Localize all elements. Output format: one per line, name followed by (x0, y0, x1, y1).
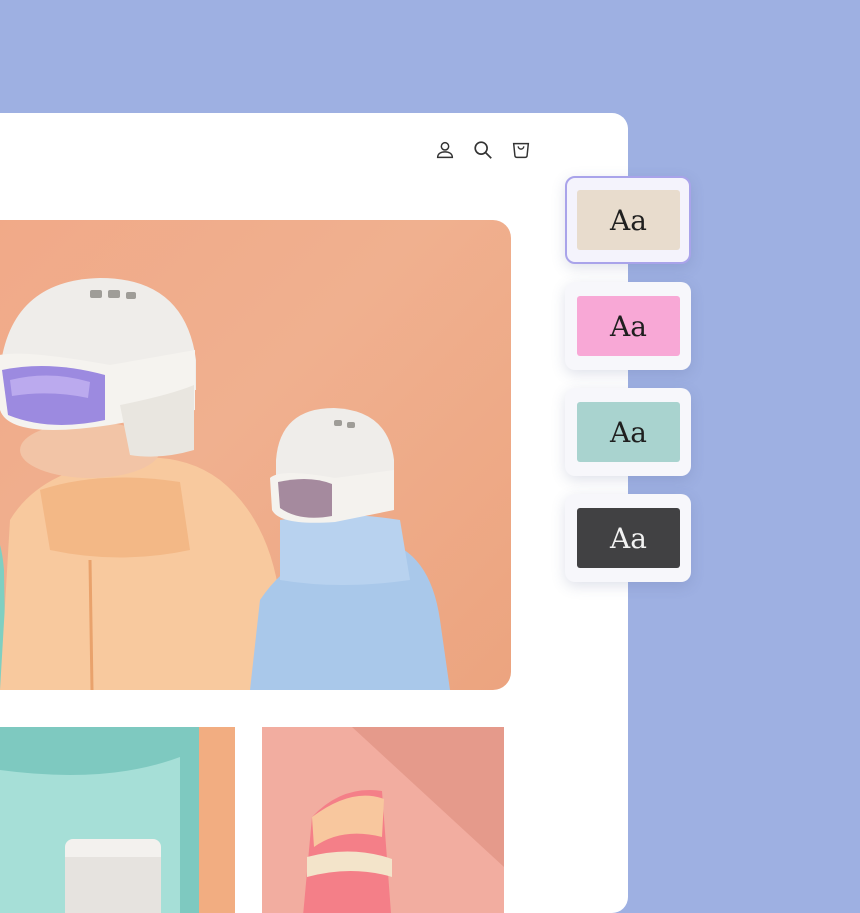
swatch-sample: Aa (577, 402, 680, 462)
product-thumbnail-2[interactable] (262, 727, 504, 913)
thumbnail-illustration (262, 727, 504, 913)
product-thumbnail-1[interactable] (0, 727, 235, 913)
account-icon[interactable] (434, 139, 456, 161)
hero-image (0, 220, 511, 690)
typography-swatch-2[interactable]: Aa (565, 282, 691, 370)
thumbnail-illustration (0, 727, 235, 913)
typography-swatch-4[interactable]: Aa (565, 494, 691, 582)
typography-swatch-1[interactable]: Aa (565, 176, 691, 264)
store-preview-window (0, 113, 628, 913)
cart-icon[interactable] (510, 139, 532, 161)
typography-swatch-3[interactable]: Aa (565, 388, 691, 476)
swatch-sample: Aa (577, 296, 680, 356)
search-icon[interactable] (472, 139, 494, 161)
skiers-illustration (0, 278, 450, 690)
swatch-sample: Aa (577, 190, 680, 250)
header-icons (434, 139, 532, 161)
swatch-sample: Aa (577, 508, 680, 568)
